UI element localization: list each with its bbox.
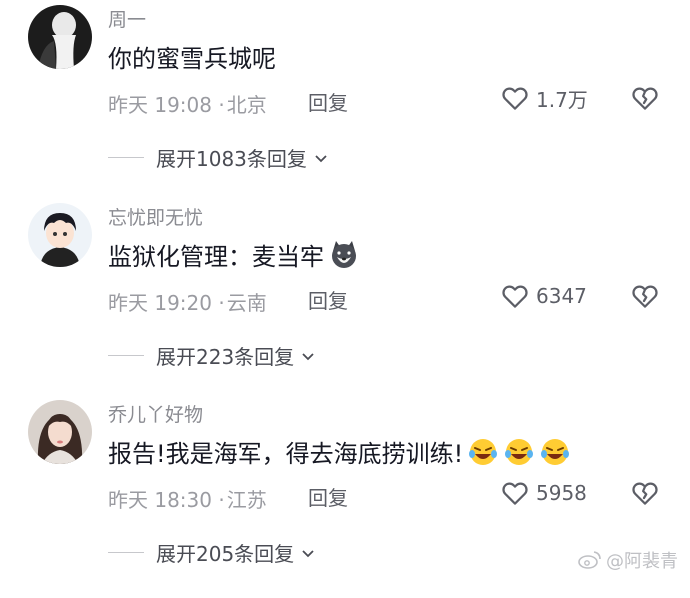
comment-text-content: 监狱化管理：麦当牢 xyxy=(108,243,324,271)
heart-icon xyxy=(502,482,528,505)
dog-face-emoji xyxy=(328,239,360,271)
reply-button[interactable]: 回复 xyxy=(308,482,348,511)
dislike-button[interactable] xyxy=(630,83,660,113)
chevron-down-icon xyxy=(302,549,314,557)
comment-time: 昨天 18:30 · xyxy=(108,488,225,512)
like-button[interactable]: 1.7万 xyxy=(500,83,588,113)
watermark: @阿裴青 xyxy=(578,547,678,573)
expand-label: 展开205条回复 xyxy=(156,542,295,566)
heart-icon xyxy=(502,87,528,110)
like-button[interactable]: 6347 xyxy=(500,281,587,311)
expand-replies[interactable]: 展开1083条回复 xyxy=(108,143,329,172)
chevron-down-icon xyxy=(302,352,314,360)
avatar[interactable] xyxy=(28,5,92,69)
comment-time: 昨天 19:08 · xyxy=(108,93,225,117)
expand-label: 展开1083条回复 xyxy=(156,147,307,171)
chevron-down-icon xyxy=(315,154,327,162)
laughing-emoji xyxy=(539,436,571,468)
comment-location: 云南 xyxy=(226,291,267,315)
comment-text: 监狱化管理：麦当牢 xyxy=(108,237,360,272)
dislike-button[interactable] xyxy=(630,478,660,508)
avatar[interactable] xyxy=(28,400,92,464)
comment-meta: 昨天 18:30 · 江苏 xyxy=(108,484,267,513)
comment-location: 北京 xyxy=(226,93,267,117)
divider xyxy=(108,355,144,356)
divider xyxy=(108,552,144,553)
reply-button[interactable]: 回复 xyxy=(308,87,348,116)
comment-item: 忘忧即无忧 监狱化管理：麦当牢 昨天 19:20 · 云南 回复 6347 展开… xyxy=(0,203,690,401)
comment-location: 江苏 xyxy=(226,488,267,512)
like-count: 5958 xyxy=(536,481,587,505)
broken-heart-icon xyxy=(632,87,658,110)
comment-meta: 昨天 19:20 · 云南 xyxy=(108,287,267,316)
comment-text-content: 报告!我是海军，得去海底捞训练! xyxy=(108,440,464,468)
username[interactable]: 乔儿丫好物 xyxy=(108,400,203,427)
avatar[interactable] xyxy=(28,203,92,267)
broken-heart-icon xyxy=(632,482,658,505)
expand-replies[interactable]: 展开223条回复 xyxy=(108,341,316,370)
comment-text: 报告!我是海军，得去海底捞训练! xyxy=(108,434,571,469)
divider xyxy=(108,157,144,158)
comment-time: 昨天 19:20 · xyxy=(108,291,225,315)
like-count: 6347 xyxy=(536,284,587,308)
username[interactable]: 忘忧即无忧 xyxy=(108,203,203,230)
expand-label: 展开223条回复 xyxy=(156,345,295,369)
broken-heart-icon xyxy=(632,285,658,308)
weibo-logo-icon xyxy=(578,551,601,569)
like-button[interactable]: 5958 xyxy=(500,478,587,508)
watermark-text: @阿裴青 xyxy=(606,551,678,572)
comment-text: 你的蜜雪兵城呢 xyxy=(108,39,276,74)
reply-button[interactable]: 回复 xyxy=(308,285,348,314)
comment-meta: 昨天 19:08 · 北京 xyxy=(108,89,267,118)
laughing-emoji xyxy=(503,436,535,468)
heart-icon xyxy=(502,285,528,308)
comment-item: 周一 你的蜜雪兵城呢 昨天 19:08 · 北京 回复 1.7万 展开1083条… xyxy=(0,5,690,203)
expand-replies[interactable]: 展开205条回复 xyxy=(108,538,316,567)
comment-text-content: 你的蜜雪兵城呢 xyxy=(108,45,276,73)
username[interactable]: 周一 xyxy=(108,5,146,32)
like-count: 1.7万 xyxy=(536,87,588,112)
laughing-emoji xyxy=(467,436,499,468)
dislike-button[interactable] xyxy=(630,281,660,311)
